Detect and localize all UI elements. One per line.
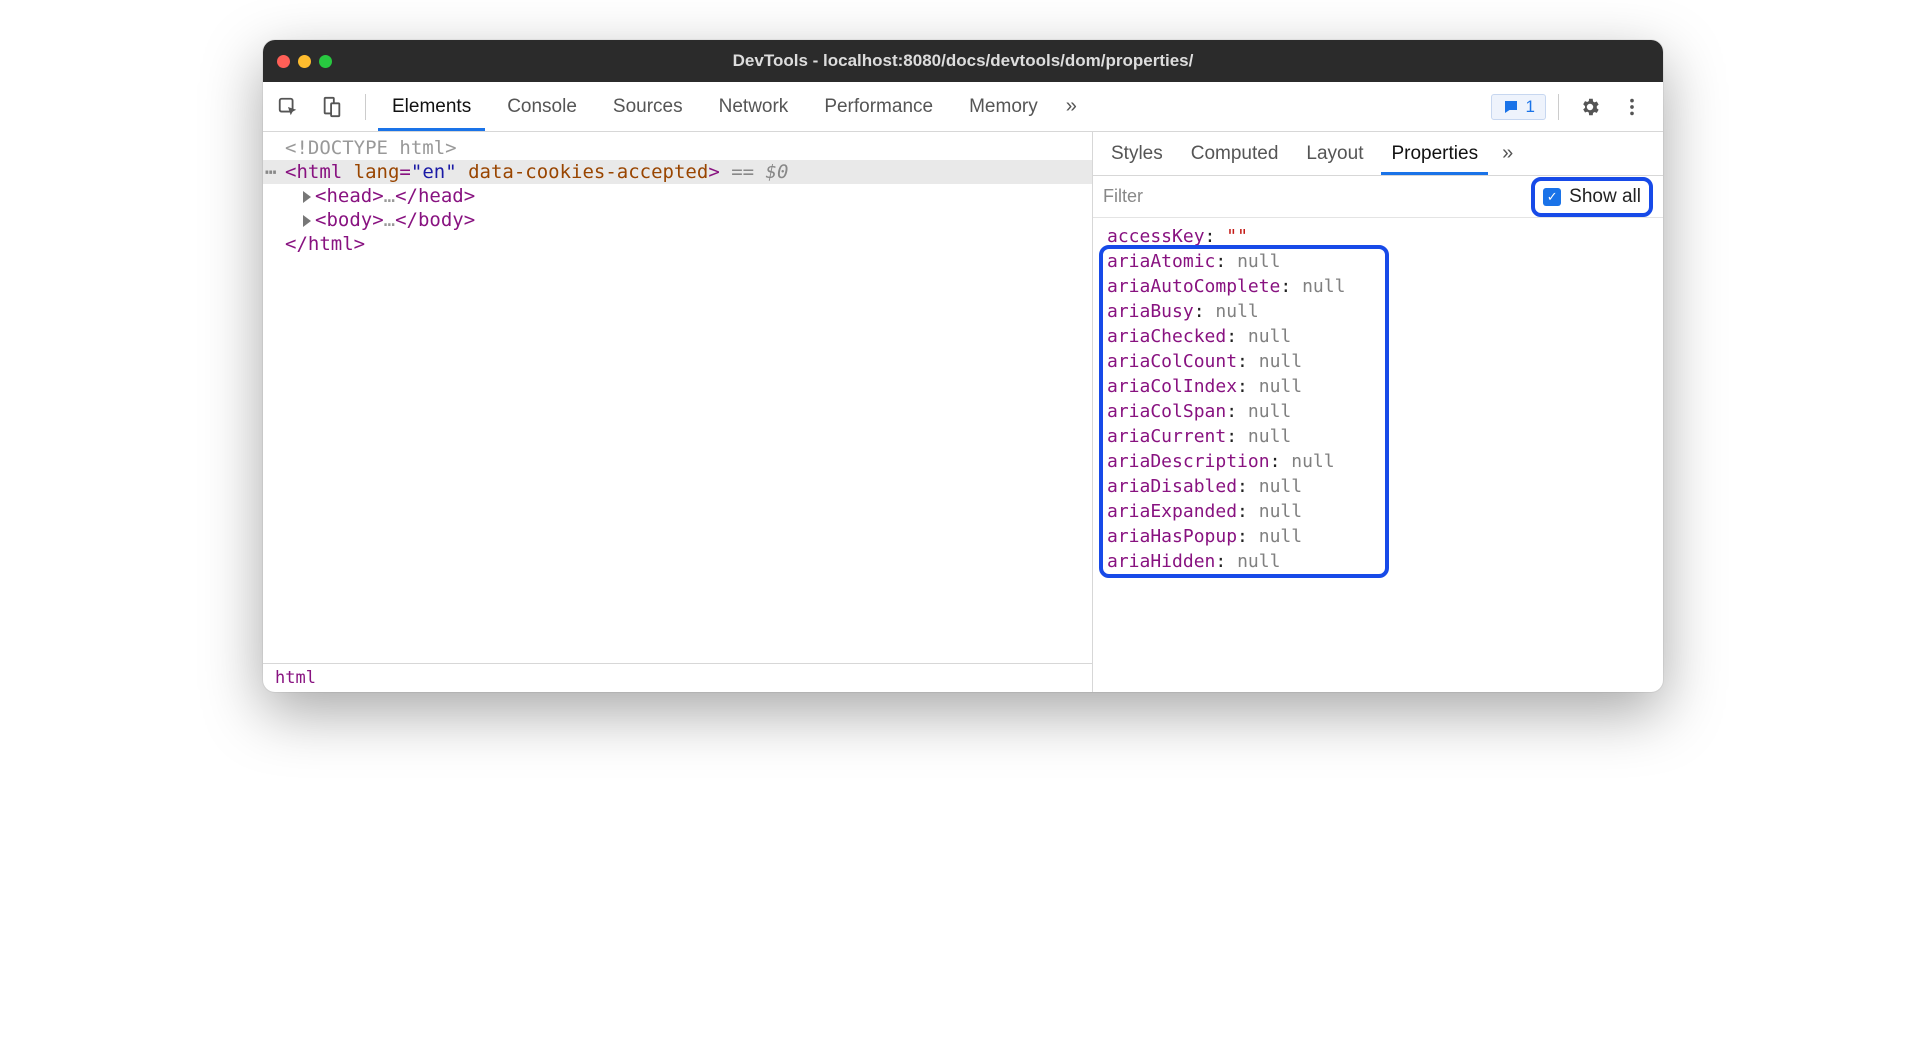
traffic-lights [277,55,332,68]
property-row[interactable]: ariaCurrent: null [1107,424,1663,449]
inspect-element-icon[interactable] [269,88,307,126]
filter-input[interactable] [1103,186,1521,207]
maximize-window-button[interactable] [319,55,332,68]
breadcrumb[interactable]: html [263,663,1092,692]
property-row[interactable]: accessKey: "" [1107,224,1663,249]
tab-performance[interactable]: Performance [806,82,951,131]
tab-memory[interactable]: Memory [951,82,1056,131]
filter-row: ✓ Show all [1093,176,1663,218]
sidebar-tabs: StylesComputedLayoutProperties» [1093,132,1663,176]
more-tabs-icon[interactable]: » [1056,95,1087,118]
property-row[interactable]: ariaDisabled: null [1107,474,1663,499]
dom-doctype[interactable]: <!DOCTYPE html> [263,136,1092,160]
tab-network[interactable]: Network [701,82,807,131]
property-row[interactable]: ariaExpanded: null [1107,499,1663,524]
property-row[interactable]: ariaHasPopup: null [1107,524,1663,549]
tab-sources[interactable]: Sources [595,82,701,131]
tab-console[interactable]: Console [489,82,595,131]
kebab-menu-icon[interactable] [1613,88,1651,126]
close-window-button[interactable] [277,55,290,68]
properties-list[interactable]: accessKey: ""ariaAtomic: nullariaAutoCom… [1093,218,1663,692]
chat-icon [1502,98,1520,116]
window-title: DevTools - localhost:8080/docs/devtools/… [263,51,1663,71]
issues-count: 1 [1526,97,1535,117]
main-tabs: ElementsConsoleSourcesNetworkPerformance… [374,82,1056,131]
property-row[interactable]: ariaColCount: null [1107,349,1663,374]
sidebar-tab-layout[interactable]: Layout [1292,132,1377,175]
property-row[interactable]: ariaBusy: null [1107,299,1663,324]
dom-body-element[interactable]: <body>…</body> [263,208,1092,232]
show-all-checkbox[interactable]: ✓ [1543,188,1561,206]
property-row[interactable]: ariaAutoComplete: null [1107,274,1663,299]
property-row[interactable]: ariaColIndex: null [1107,374,1663,399]
property-row[interactable]: ariaDescription: null [1107,449,1663,474]
divider [365,94,366,120]
property-row[interactable]: ariaChecked: null [1107,324,1663,349]
devtools-window: DevTools - localhost:8080/docs/devtools/… [263,40,1663,692]
minimize-window-button[interactable] [298,55,311,68]
tab-elements[interactable]: Elements [374,82,489,131]
divider [1558,94,1559,120]
titlebar: DevTools - localhost:8080/docs/devtools/… [263,40,1663,82]
issues-badge[interactable]: 1 [1491,94,1546,120]
show-all-toggle[interactable]: ✓ Show all [1531,177,1653,217]
sidebar: StylesComputedLayoutProperties» ✓ Show a… [1093,132,1663,692]
dom-html-element[interactable]: <html lang="en" data-cookies-accepted> =… [263,160,1092,184]
sidebar-tab-computed[interactable]: Computed [1177,132,1293,175]
sidebar-more-tabs-icon[interactable]: » [1492,142,1523,165]
dom-tree[interactable]: <!DOCTYPE html> <html lang="en" data-coo… [263,132,1092,663]
dom-pane: <!DOCTYPE html> <html lang="en" data-coo… [263,132,1093,692]
property-row[interactable]: ariaHidden: null [1107,549,1663,574]
property-row[interactable]: ariaColSpan: null [1107,399,1663,424]
device-toolbar-icon[interactable] [313,88,351,126]
dom-html-close[interactable]: </html> [263,232,1092,256]
sidebar-tab-properties[interactable]: Properties [1377,132,1492,175]
dom-head-element[interactable]: <head>…</head> [263,184,1092,208]
main-toolbar: ElementsConsoleSourcesNetworkPerformance… [263,82,1663,132]
property-row[interactable]: ariaAtomic: null [1107,249,1663,274]
show-all-label: Show all [1569,186,1641,208]
panes: <!DOCTYPE html> <html lang="en" data-coo… [263,132,1663,692]
settings-icon[interactable] [1571,88,1609,126]
sidebar-tab-styles[interactable]: Styles [1097,132,1177,175]
